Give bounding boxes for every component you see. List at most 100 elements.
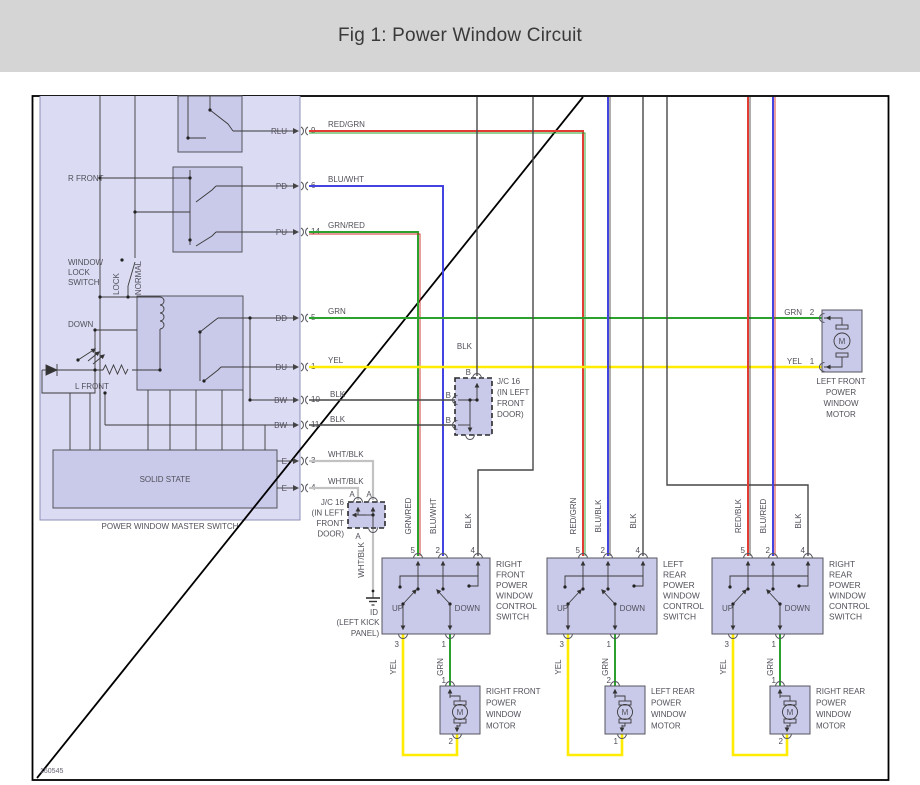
lr-name-2: REAR [663, 570, 686, 580]
left-rear-window-control-switch: RED/GRN BLU/BLK BLK 5 2 4 UP DOWN LEFT R… [546, 497, 704, 676]
lr-motor-m: M [622, 708, 629, 717]
right-front-window-control-switch: GRN/RED BLU/WHT BLK 5 2 4 UP DOWN RIGHT … [381, 497, 537, 676]
jc-b-pin-top: B [466, 368, 471, 377]
lf-motor-m: M [839, 337, 846, 346]
lr-up-label: UP [557, 604, 568, 613]
rr-pin2: 2 [766, 546, 771, 555]
lr-wire-grn: GRN [601, 658, 610, 676]
jc-a-pin-top1: A [349, 490, 355, 499]
rr-wire-blk: BLK [794, 513, 803, 529]
lr-name-4: WINDOW [663, 591, 700, 601]
wire-label-grn-red: GRN/RED [328, 221, 365, 230]
rf-name-4: WINDOW [496, 591, 533, 601]
jc-b-loc-3: DOOR) [497, 410, 524, 419]
pin-name-e3: E [282, 457, 287, 466]
power-window-master-switch-panel: R FRONT WINDOW LOCK SWITCH LOCK NORMAL D… [39, 95, 301, 531]
rr-name-1: RIGHT [829, 559, 855, 569]
right-rear-window-control-switch: RED/BLK BLU/RED BLK 5 2 4 UP DOWN RIGHT … [711, 498, 870, 676]
lr-motor-name-4: MOTOR [651, 722, 681, 731]
rr-motor-name-2: POWER [816, 699, 846, 708]
diagram-code: 160545 [40, 768, 63, 775]
wire-label-blu-wht: BLU/WHT [328, 175, 364, 184]
jc-b-name: J/C 16 [497, 377, 521, 386]
rf-motor-name-2: POWER [486, 699, 516, 708]
lf-motor-pin-2: 2 [810, 308, 815, 317]
rf-pin4: 4 [471, 546, 476, 555]
rr-pin3: 3 [725, 640, 730, 649]
rf-pin2: 2 [436, 546, 441, 555]
pin-name-bw11: BW [274, 421, 287, 430]
jc-b-loc-1: (IN LEFT [497, 388, 530, 397]
left-front-power-window-motor: M GRN 2 YEL 1 LEFT FRONT POWER WINDOW MO… [784, 308, 865, 419]
rr-pin4: 4 [801, 546, 806, 555]
rr-motor-name-4: MOTOR [816, 722, 846, 731]
rr-name-2: REAR [829, 570, 852, 580]
rf-name-6: SWITCH [496, 612, 529, 622]
window-lock-label-2: LOCK [68, 268, 90, 277]
jc16-junction-b: BLK B B B J/C 16 (IN LEFT FRONT DOOR) [446, 342, 530, 440]
rf-name-2: FRONT [496, 570, 525, 580]
rf-pin5: 5 [411, 546, 416, 555]
lr-motor-pin-bottom: 1 [614, 737, 619, 746]
rf-wire-blk: BLK [464, 513, 473, 529]
lf-motor-name-4: MOTOR [826, 410, 856, 419]
lock-position-label: LOCK [112, 272, 121, 294]
rr-motor-m: M [787, 708, 794, 717]
lf-motor-wire-grn: GRN [784, 308, 802, 317]
rr-name-4: WINDOW [829, 591, 866, 601]
kick-panel-label-1: (LEFT KICK [337, 618, 381, 627]
wire-label-red-grn: RED/GRN [328, 120, 365, 129]
rr-wire-yel: YEL [719, 659, 728, 675]
wire-label-grn: GRN [328, 307, 346, 316]
ground-symbol [366, 589, 380, 606]
jc-a-pin-top2: A [366, 490, 372, 499]
jc-a-loc-3: DOOR) [317, 530, 344, 539]
lf-motor-name-3: WINDOW [823, 399, 859, 408]
jc-b-pin-left1: B [446, 391, 451, 400]
rf-name-5: CONTROL [496, 601, 537, 611]
rr-wire-blu-red: BLU/RED [759, 498, 768, 533]
rr-motor-name-3: WINDOW [816, 710, 852, 719]
lr-pin4: 4 [636, 546, 641, 555]
rr-name-5: CONTROL [829, 601, 870, 611]
lr-motor-name-3: WINDOW [651, 710, 687, 719]
jc-a-loc-2: FRONT [316, 519, 344, 528]
master-switch-title: POWER WINDOW MASTER SWITCH [102, 522, 239, 531]
lr-wire-yel: YEL [554, 659, 563, 675]
pin-name-rlu: RLU [271, 127, 287, 136]
ground-id-label: ID [370, 608, 378, 617]
rr-wire-grn: GRN [766, 658, 775, 676]
lr-wire-red-grn: RED/GRN [569, 497, 578, 534]
jc-a-pin-bottom: A [355, 532, 361, 541]
rf-name-1: RIGHT [496, 559, 522, 569]
rr-pin1: 1 [772, 640, 777, 649]
l-front-label: L FRONT [75, 382, 109, 391]
rf-wire-blu-wht: BLU/WHT [429, 498, 438, 534]
lr-motor-name-2: POWER [651, 699, 681, 708]
lr-motor-name-1: LEFT REAR [651, 687, 695, 696]
lr-pin2: 2 [601, 546, 606, 555]
rf-pin1: 1 [442, 640, 447, 649]
rf-pin3: 3 [395, 640, 400, 649]
lr-name-3: POWER [663, 580, 695, 590]
wire-label-wht-blk3: WHT/BLK [328, 450, 364, 459]
right-rear-power-window-motor: 1 M 2 RIGHT REAR POWER WINDOW MOTOR [770, 676, 865, 746]
rf-name-3: POWER [496, 580, 528, 590]
rf-motor-name-3: WINDOW [486, 710, 522, 719]
left-rear-power-window-motor: 2 M 1 LEFT REAR POWER WINDOW MOTOR [605, 676, 695, 746]
rf-down-label: DOWN [455, 604, 481, 613]
lf-motor-name-2: POWER [826, 388, 856, 397]
lr-pin3: 3 [560, 640, 565, 649]
rf-motor-m: M [457, 708, 464, 717]
jc-b-pin-left2: B [446, 416, 451, 425]
rr-name-3: POWER [829, 580, 861, 590]
window-lock-label-3: SWITCH [68, 278, 100, 287]
lr-pin1: 1 [607, 640, 612, 649]
pin-name-du: DU [275, 363, 287, 372]
lr-pin5: 5 [576, 546, 581, 555]
rf-motor-name-4: MOTOR [486, 722, 516, 731]
rf-wire-yel: YEL [389, 659, 398, 675]
rr-motor-name-1: RIGHT REAR [816, 687, 865, 696]
pin-name-bw10: BW [274, 396, 287, 405]
rr-pin5: 5 [741, 546, 746, 555]
